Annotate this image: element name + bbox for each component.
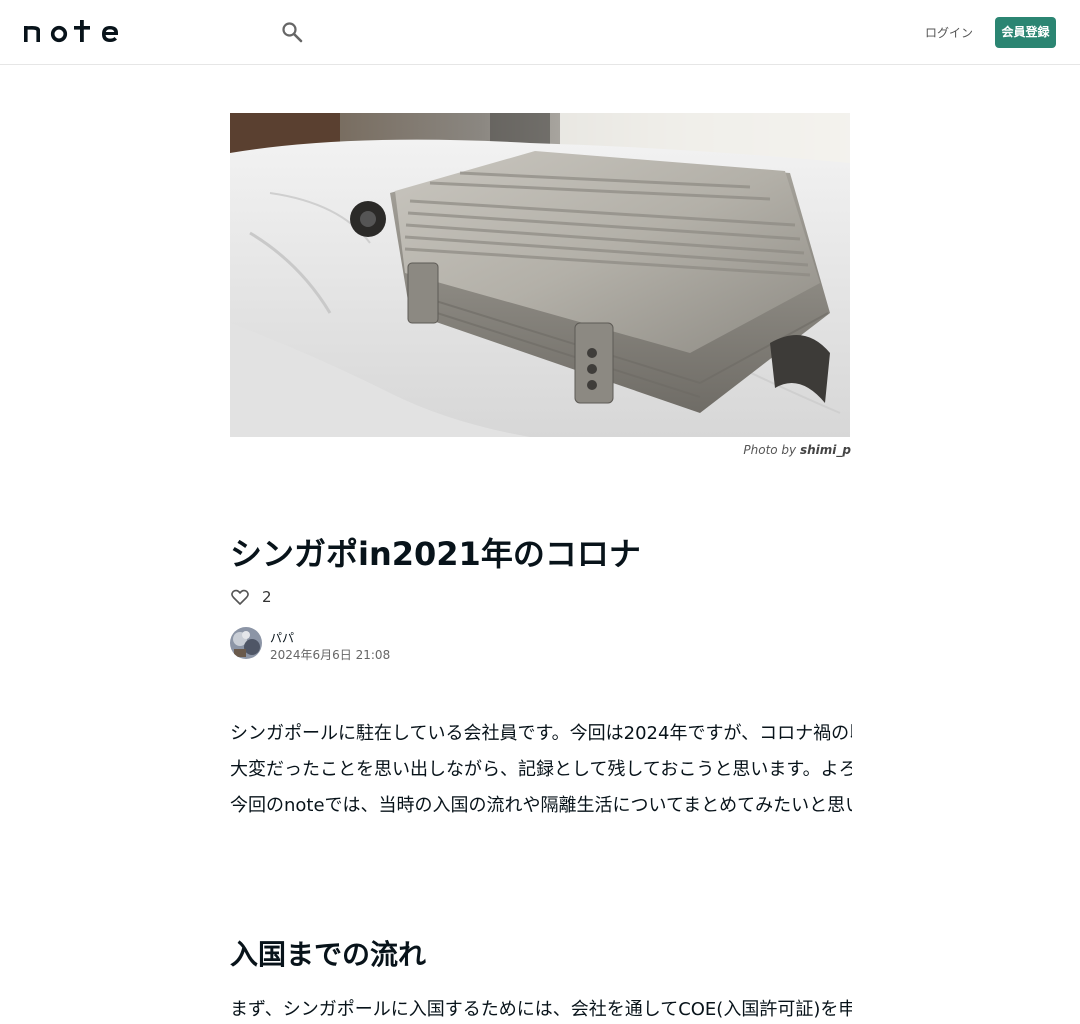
avatar[interactable] bbox=[230, 627, 262, 659]
heart-icon[interactable] bbox=[230, 587, 250, 607]
author-block: パパ 2024年6月6日 21:08 bbox=[230, 627, 530, 662]
paragraph: 今回のnoteでは、当時の入国の流れや隔離生活についてまとめてみたいと思います。 bbox=[230, 795, 852, 816]
section-heading: 入国までの流れ bbox=[230, 938, 427, 971]
author-name[interactable]: パパ bbox=[270, 629, 294, 646]
hero-image bbox=[230, 113, 850, 437]
article-title: シンガポin2021年のコロナ bbox=[230, 535, 641, 573]
photo-credit-prefix: Photo by bbox=[743, 443, 797, 457]
photo-credit-author[interactable]: shimi_p bbox=[800, 443, 851, 457]
site-header: ログイン 会員登録 bbox=[0, 0, 1080, 65]
login-link[interactable]: ログイン bbox=[924, 24, 974, 42]
search-icon[interactable] bbox=[281, 21, 303, 43]
note-logo[interactable] bbox=[24, 20, 124, 44]
paragraph: 大変だったことを思い出しながら、記録として残しておこうと思います。よろしくお願い… bbox=[230, 759, 852, 780]
paragraph: シンガポールに駐在している会社員です。今回は2024年ですが、コロナ禍の頃のシン… bbox=[230, 723, 852, 744]
like-count: 2 bbox=[262, 588, 272, 606]
article-body: シンガポールに駐在している会社員です。今回は2024年ですが、コロナ禍の頃のシン… bbox=[230, 716, 852, 824]
section-paragraph: まず、シンガポールに入国するためには、会社を通してCOE(入国許可証)を申請する… bbox=[230, 999, 852, 1020]
signup-button[interactable]: 会員登録 bbox=[995, 17, 1056, 48]
photo-credit: Photo by shimi_p bbox=[230, 443, 851, 459]
like-row: 2 bbox=[230, 586, 272, 608]
post-date: 2024年6月6日 21:08 bbox=[270, 648, 391, 662]
